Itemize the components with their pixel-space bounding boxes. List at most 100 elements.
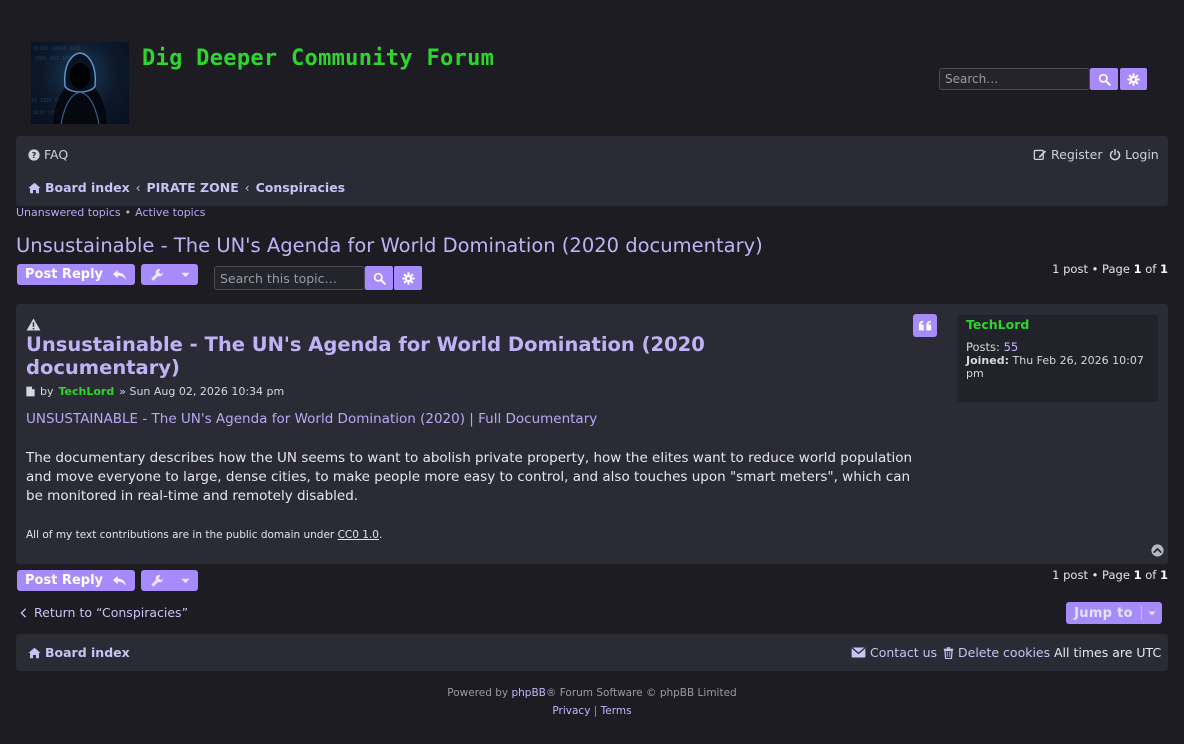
legal-links: Privacy | Terms — [0, 702, 1184, 720]
delete-cookies-link[interactable]: Delete cookies — [943, 645, 1050, 660]
register-label: Register — [1051, 147, 1103, 162]
topic-search-input[interactable] — [214, 266, 365, 290]
site-search-input[interactable] — [939, 68, 1090, 90]
pagination-current-page: 1 — [1133, 262, 1142, 276]
powered-by-line: Powered by phpBB® Forum Software © phpBB… — [0, 684, 1184, 702]
post-by-label: by — [40, 385, 54, 398]
profile-posts-label: Posts: — [966, 340, 1000, 354]
topic-search-button[interactable] — [365, 266, 393, 290]
legal-divider: | — [593, 705, 598, 717]
pagination-prefix: 1 post • Page — [1052, 568, 1134, 582]
return-label: Return to “Conspiracies” — [34, 605, 189, 620]
profile-joined: Joined: Thu Feb 26, 2026 10:07 pm — [966, 354, 1152, 380]
faq-label: FAQ — [44, 147, 69, 162]
timezone-info: All times are UTC — [1054, 645, 1162, 660]
home-icon — [28, 182, 41, 193]
advanced-search-button[interactable] — [1120, 68, 1147, 90]
profile-joined-label: Joined: — [966, 354, 1009, 367]
return-to-forum-link[interactable]: Return to “Conspiracies” — [20, 605, 188, 620]
post-author-link[interactable]: TechLord — [59, 385, 115, 398]
quote-button[interactable] — [913, 314, 937, 337]
caret-down-icon — [1148, 611, 1156, 615]
unanswered-topics-link[interactable]: Unanswered topics — [16, 206, 121, 219]
signature-suffix: . — [378, 529, 383, 541]
terms-link[interactable]: Terms — [601, 705, 632, 717]
trash-icon — [943, 646, 954, 659]
breadcrumb: Board index ‹ PIRATE ZONE ‹ Conspiracies — [28, 180, 345, 195]
question-circle-icon: ? — [28, 148, 40, 161]
jump-to-caret — [1142, 611, 1162, 616]
quick-links-separator: • — [124, 206, 132, 219]
post-reply-label: Post Reply — [25, 573, 103, 588]
reply-icon — [113, 269, 126, 280]
pagination-current-page: 1 — [1133, 568, 1142, 582]
pagination-top: 1 post • Page 1 of 1 — [1052, 262, 1168, 276]
topic-tools-dropdown[interactable] — [141, 264, 198, 285]
back-to-top-icon — [1151, 544, 1164, 557]
hooded-figure-logo: 01101 10010 11011001 011 10110 10 1101 0… — [31, 46, 107, 124]
reply-icon — [113, 575, 126, 586]
contact-us-link[interactable]: Contact us — [851, 645, 937, 660]
active-topics-link[interactable]: Active topics — [135, 206, 205, 219]
cc0-link[interactable]: CC0 1.0 — [338, 529, 379, 541]
site-logo[interactable]: 01101 10010 1101 1001 011 10110 10 1101 0… — [31, 42, 129, 124]
breadcrumb-separator: ‹ — [135, 180, 141, 195]
pagination-total-pages: 1 — [1159, 568, 1168, 582]
gear-icon — [1127, 72, 1140, 86]
login-label: Login — [1125, 147, 1159, 162]
signature-text: All of my text contributions are in the … — [26, 529, 338, 541]
wrench-icon — [151, 574, 164, 587]
svg-text:?: ? — [32, 150, 37, 160]
file-icon[interactable] — [26, 386, 35, 397]
footer-board-index-label: Board index — [45, 645, 130, 660]
chevron-left-icon — [20, 607, 27, 618]
topic-tools-dropdown-bottom[interactable] — [141, 570, 198, 591]
register-link[interactable]: Register — [1033, 147, 1102, 162]
contact-us-label: Contact us — [870, 645, 938, 660]
faq-link[interactable]: ? FAQ — [28, 147, 68, 162]
pagination-prefix: 1 post • Page — [1052, 262, 1134, 276]
breadcrumb-pirate-zone[interactable]: PIRATE ZONE — [147, 180, 239, 195]
topic-title[interactable]: Unsustainable - The UN's Agenda for Worl… — [16, 234, 763, 257]
login-link[interactable]: Login — [1109, 147, 1159, 162]
post-reply-button-bottom[interactable]: Post Reply — [17, 570, 135, 591]
phpbb-link[interactable]: phpBB — [511, 687, 545, 699]
post-reply-label: Post Reply — [25, 267, 103, 282]
powered-by-suffix: ® Forum Software © phpBB Limited — [545, 687, 737, 699]
gear-icon — [401, 271, 415, 285]
profile-posts: Posts: 55 — [966, 340, 1018, 354]
wrench-icon — [151, 268, 164, 281]
svg-text:01101 10010 1101: 01101 10010 1101 — [33, 46, 81, 52]
breadcrumb-conspiracies[interactable]: Conspiracies — [256, 180, 346, 195]
copyright: Powered by phpBB® Forum Software © phpBB… — [0, 684, 1184, 720]
post-meta: by TechLord » Sun Aug 02, 2026 10:34 pm — [26, 385, 284, 398]
edit-icon — [1033, 149, 1047, 161]
post-signature: All of my text contributions are in the … — [26, 529, 382, 541]
post-title[interactable]: Unsustainable - The UN's Agenda for Worl… — [26, 333, 726, 379]
profile-posts-count[interactable]: 55 — [1004, 340, 1019, 354]
site-search-button[interactable] — [1090, 68, 1118, 90]
home-icon — [28, 647, 41, 658]
profile-username[interactable]: TechLord — [966, 317, 1029, 332]
back-to-top-button[interactable] — [1151, 544, 1164, 560]
pagination-of: of — [1141, 262, 1160, 276]
topic-advanced-search-button[interactable] — [394, 266, 422, 290]
jump-to-dropdown[interactable]: Jump to — [1066, 602, 1162, 624]
breadcrumb-separator: ‹ — [244, 180, 250, 195]
jump-to-label: Jump to — [1074, 605, 1133, 621]
caret-down-icon — [181, 272, 190, 277]
quick-links: Unanswered topics • Active topics — [16, 206, 206, 219]
search-icon — [1098, 73, 1111, 86]
pagination-of: of — [1141, 568, 1160, 582]
post-reply-button[interactable]: Post Reply — [17, 264, 135, 285]
caret-down-icon — [181, 578, 190, 583]
breadcrumb-label: Board index — [45, 180, 130, 195]
documentary-link[interactable]: UNSUSTAINABLE - The UN's Agenda for Worl… — [26, 411, 597, 427]
site-title[interactable]: Dig Deeper Community Forum — [142, 46, 494, 71]
delete-cookies-label: Delete cookies — [958, 645, 1051, 660]
post-date: » Sun Aug 02, 2026 10:34 pm — [119, 385, 285, 398]
envelope-icon — [851, 647, 866, 658]
privacy-link[interactable]: Privacy — [552, 705, 590, 717]
footer-board-index[interactable]: Board index — [28, 645, 130, 660]
breadcrumb-board-index[interactable]: Board index — [28, 180, 130, 195]
